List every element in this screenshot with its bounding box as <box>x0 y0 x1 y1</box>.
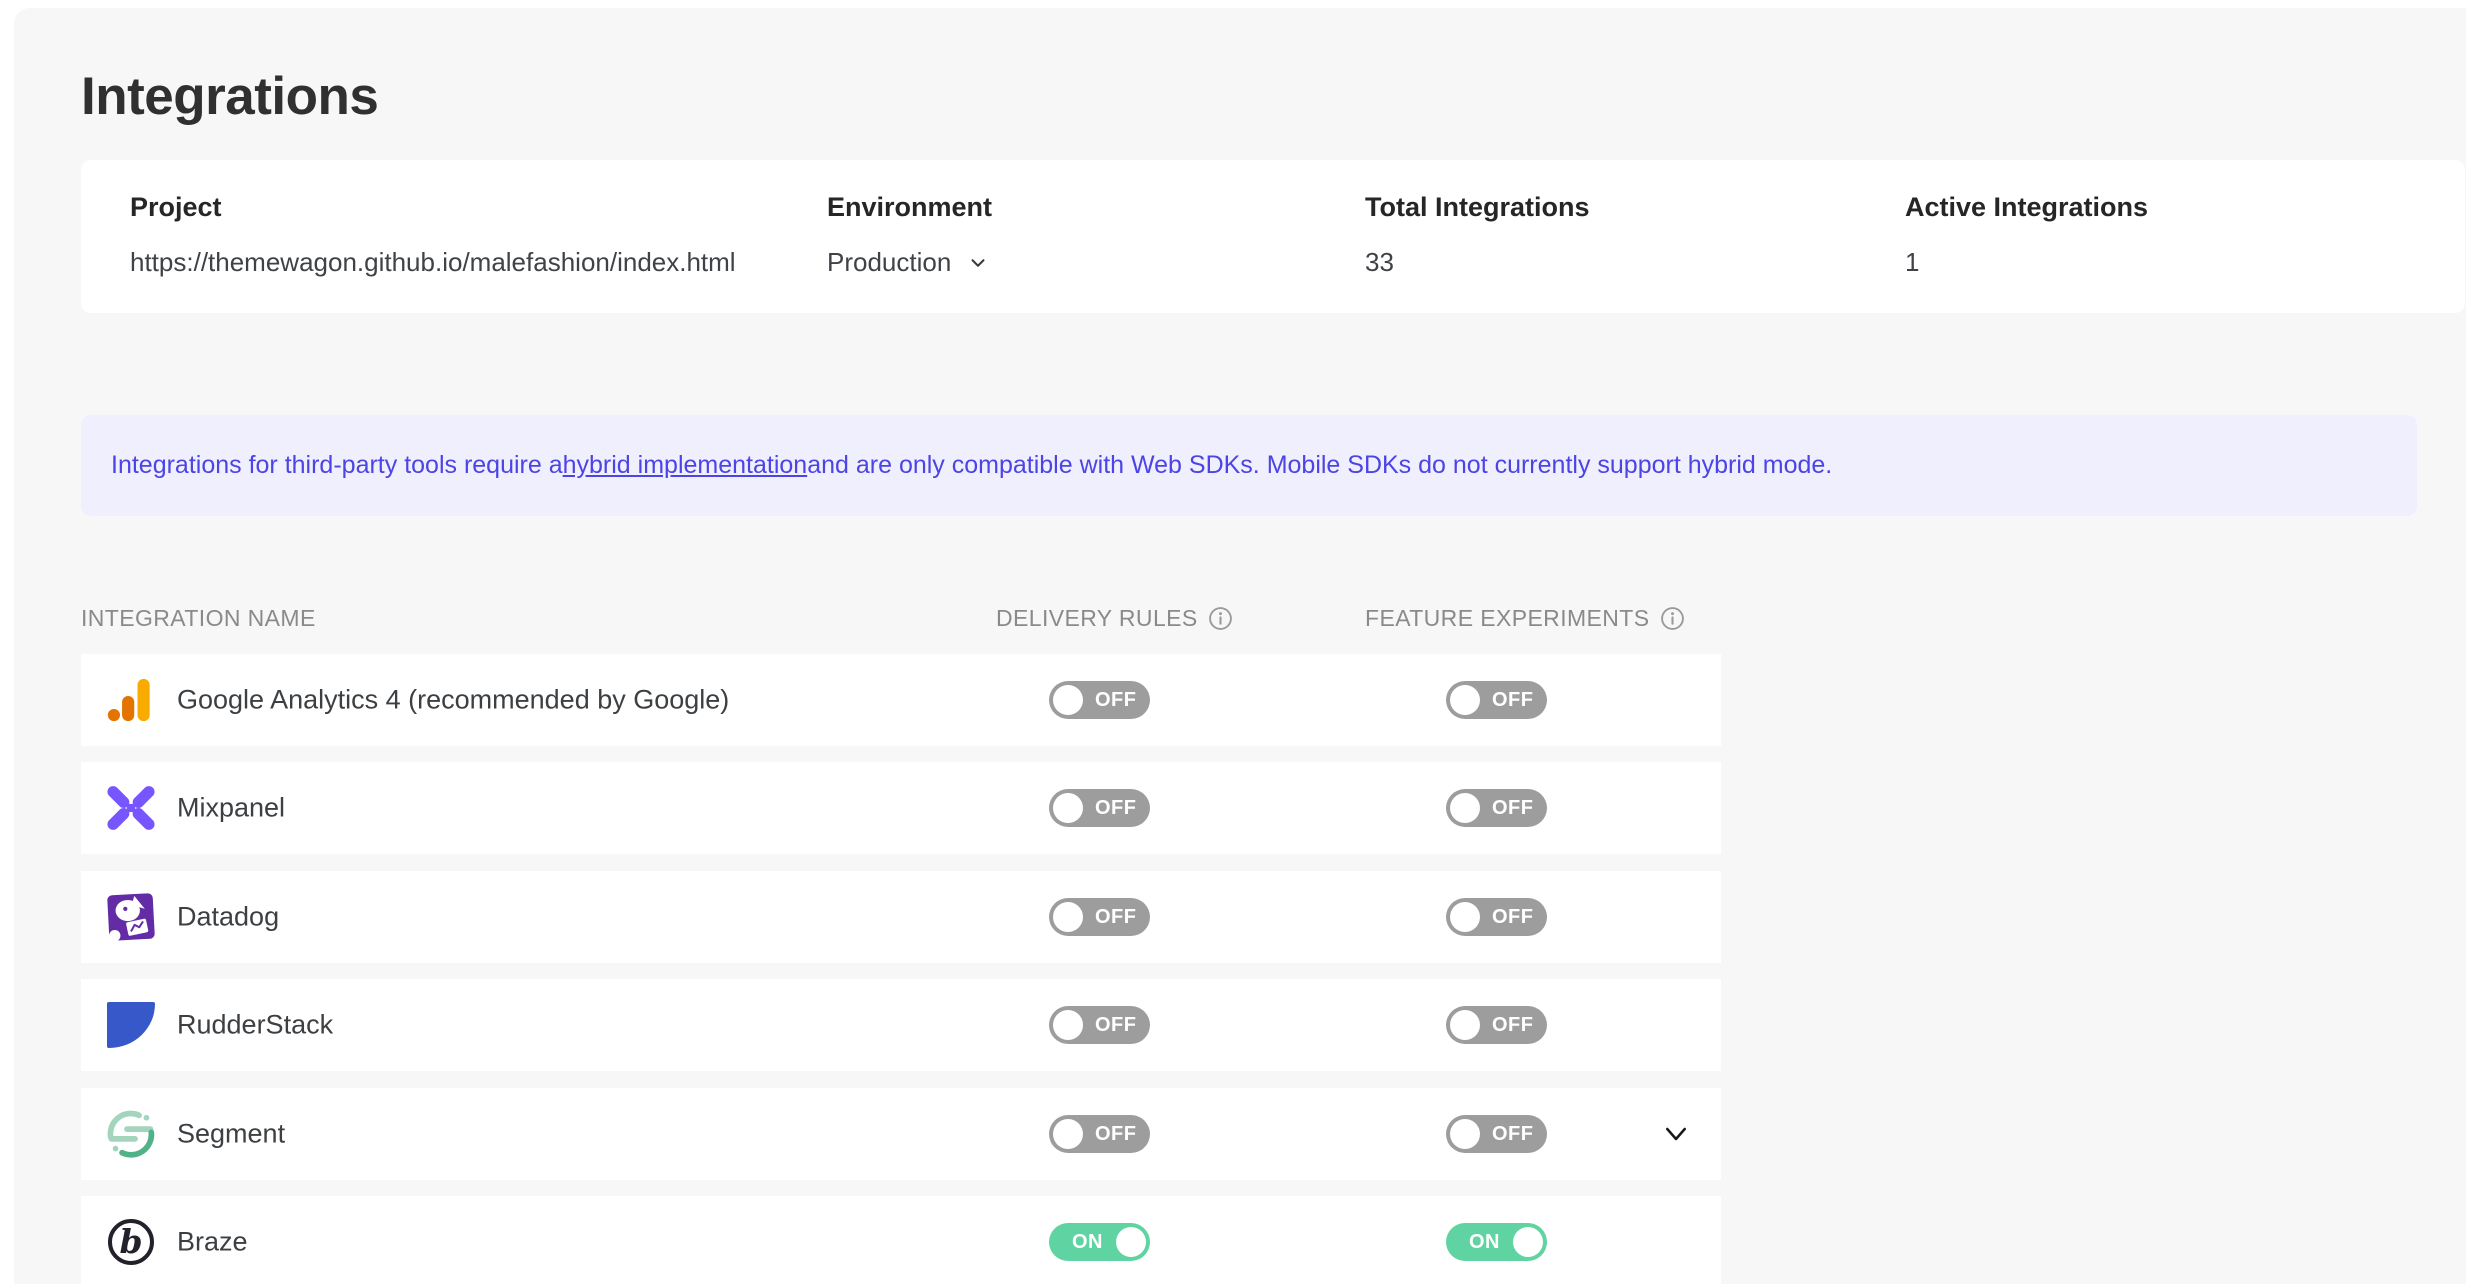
toggle-state-label: OFF <box>1095 797 1137 820</box>
integration-name: Segment <box>177 1119 285 1150</box>
toggle-knob <box>1053 1119 1083 1149</box>
rudderstack-icon <box>105 999 157 1051</box>
table-row: RudderStack OFF OFF <box>81 979 1721 1071</box>
hybrid-info-banner: Integrations for third-party tools requi… <box>81 415 2417 516</box>
table-row: Datadog OFF OFF <box>81 871 1721 963</box>
summary-environment: Environment Production <box>827 192 992 278</box>
integration-name: RudderStack <box>177 1010 333 1041</box>
mixpanel-icon <box>105 782 157 834</box>
environment-selector[interactable]: Production <box>827 247 992 278</box>
toggle-state-label: OFF <box>1095 906 1137 929</box>
toggle-knob <box>1450 902 1480 932</box>
project-label: Project <box>130 192 736 223</box>
column-header-feature-experiments: FEATURE EXPERIMENTS <box>1365 605 1685 632</box>
active-integrations-count: 1 <box>1905 247 2148 278</box>
environment-label: Environment <box>827 192 992 223</box>
table-row: b Braze ON ON <box>81 1196 1721 1284</box>
toggle-knob <box>1513 1227 1543 1257</box>
feature-experiments-toggle[interactable]: OFF <box>1446 681 1547 719</box>
summary-project: Project https://themewagon.github.io/mal… <box>130 192 736 278</box>
table-row: Mixpanel OFF OFF <box>81 762 1721 854</box>
feature-experiments-toggle[interactable]: OFF <box>1446 898 1547 936</box>
toggle-knob <box>1450 1119 1480 1149</box>
toggle-state-label: ON <box>1072 1231 1103 1254</box>
environment-selected-value: Production <box>827 247 951 278</box>
toggle-knob <box>1053 685 1083 715</box>
integration-name: Braze <box>177 1227 248 1258</box>
project-summary-card: Project https://themewagon.github.io/mal… <box>81 160 2465 313</box>
braze-icon: b <box>105 1216 157 1268</box>
info-icon[interactable] <box>1208 606 1233 631</box>
toggle-state-label: OFF <box>1492 1014 1534 1037</box>
table-row: Google Analytics 4 (recommended by Googl… <box>81 654 1721 746</box>
hybrid-implementation-link[interactable]: hybrid implementation <box>563 451 808 480</box>
delivery-rules-toggle[interactable]: OFF <box>1049 898 1150 936</box>
integrations-page: Integrations Project https://themewagon.… <box>0 0 2466 1284</box>
google-analytics-icon <box>105 674 157 726</box>
toggle-state-label: OFF <box>1492 1123 1534 1146</box>
toggle-state-label: OFF <box>1492 797 1534 820</box>
toggle-knob <box>1053 1010 1083 1040</box>
feature-experiments-toggle[interactable]: OFF <box>1446 1115 1547 1153</box>
toggle-knob <box>1450 685 1480 715</box>
toggle-knob <box>1053 902 1083 932</box>
banner-text-after: and are only compatible with Web SDKs. M… <box>807 451 1832 480</box>
table-row: Segment OFF OFF <box>81 1088 1721 1180</box>
delivery-rules-toggle[interactable]: ON <box>1049 1223 1150 1261</box>
datadog-icon <box>105 891 157 943</box>
content-panel: Integrations Project https://themewagon.… <box>14 8 2466 1284</box>
active-integrations-label: Active Integrations <box>1905 192 2148 223</box>
feature-experiments-header-label: FEATURE EXPERIMENTS <box>1365 605 1650 632</box>
delivery-rules-toggle[interactable]: OFF <box>1049 1006 1150 1044</box>
column-header-delivery-rules: DELIVERY RULES <box>996 605 1233 632</box>
delivery-rules-toggle[interactable]: OFF <box>1049 1115 1150 1153</box>
integration-name: Datadog <box>177 902 279 933</box>
delivery-rules-header-label: DELIVERY RULES <box>996 605 1198 632</box>
page-title: Integrations <box>81 66 378 127</box>
info-icon[interactable] <box>1660 606 1685 631</box>
summary-total-integrations: Total Integrations 33 <box>1365 192 1590 278</box>
banner-text-before: Integrations for third-party tools requi… <box>111 451 563 480</box>
toggle-state-label: OFF <box>1095 689 1137 712</box>
integration-name: Google Analytics 4 (recommended by Googl… <box>177 685 729 716</box>
integration-name: Mixpanel <box>177 793 285 824</box>
delivery-rules-toggle[interactable]: OFF <box>1049 789 1150 827</box>
row-expand-chevron-icon[interactable] <box>1659 1117 1693 1151</box>
project-url: https://themewagon.github.io/malefashion… <box>130 247 736 278</box>
summary-active-integrations: Active Integrations 1 <box>1905 192 2148 278</box>
toggle-knob <box>1450 793 1480 823</box>
feature-experiments-toggle[interactable]: ON <box>1446 1223 1547 1261</box>
segment-icon <box>105 1108 157 1160</box>
toggle-state-label: OFF <box>1095 1123 1137 1146</box>
delivery-rules-toggle[interactable]: OFF <box>1049 681 1150 719</box>
integration-name-header-label: INTEGRATION NAME <box>81 605 316 632</box>
column-header-integration-name: INTEGRATION NAME <box>81 605 316 632</box>
chevron-down-icon <box>967 252 989 274</box>
toggle-state-label: OFF <box>1492 689 1534 712</box>
toggle-knob <box>1116 1227 1146 1257</box>
total-integrations-label: Total Integrations <box>1365 192 1590 223</box>
toggle-state-label: ON <box>1469 1231 1500 1254</box>
feature-experiments-toggle[interactable]: OFF <box>1446 1006 1547 1044</box>
toggle-state-label: OFF <box>1095 1014 1137 1037</box>
toggle-knob <box>1053 793 1083 823</box>
feature-experiments-toggle[interactable]: OFF <box>1446 789 1547 827</box>
total-integrations-count: 33 <box>1365 247 1590 278</box>
toggle-knob <box>1450 1010 1480 1040</box>
toggle-state-label: OFF <box>1492 906 1534 929</box>
